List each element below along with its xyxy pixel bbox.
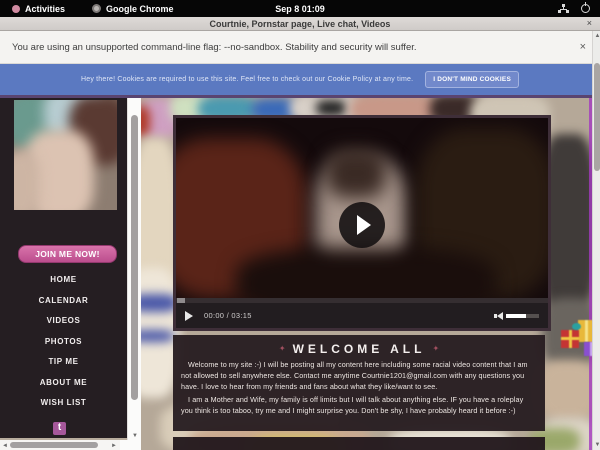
page-content: 00:00 / 03:15 ✦ WELCOME ALL ✦ Welcome to… bbox=[0, 95, 600, 450]
welcome-paragraph-2: I am a Mother and Wife, my family is off… bbox=[181, 394, 537, 416]
infobar-close-icon[interactable]: × bbox=[580, 41, 586, 53]
sidebar: JOIN ME NOW! HOME CALENDAR VIDEOS PHOTOS… bbox=[0, 98, 127, 438]
scroll-down-icon[interactable]: ▼ bbox=[132, 433, 138, 439]
gift-bow-icon bbox=[572, 323, 581, 330]
volume-level[interactable] bbox=[506, 314, 526, 318]
scroll-right-icon[interactable]: ► bbox=[111, 443, 117, 449]
play-button[interactable] bbox=[339, 202, 385, 248]
join-me-now-button[interactable]: JOIN ME NOW! bbox=[18, 245, 117, 263]
ornament-icon: ✦ bbox=[279, 344, 286, 353]
scroll-down-icon[interactable]: ▼ bbox=[595, 442, 600, 448]
clock[interactable]: Sep 8 01:09 bbox=[0, 4, 600, 14]
scrollbar-thumb[interactable] bbox=[131, 115, 138, 400]
scrollbar-thumb[interactable] bbox=[594, 63, 600, 171]
profile-photo bbox=[14, 100, 117, 210]
cookie-bar: Hey there! Cookies are required to use t… bbox=[0, 64, 600, 95]
sidebar-item-videos[interactable]: VIDEOS bbox=[0, 311, 127, 332]
scrollbar-corner bbox=[120, 440, 141, 450]
welcome-paragraph-1: Welcome to my site :-) I will be posting… bbox=[181, 359, 537, 392]
sidebar-item-about-me[interactable]: ABOUT ME bbox=[0, 373, 127, 394]
window-title-bar: Courtnie, Pornstar page, Live chat, Vide… bbox=[0, 17, 600, 31]
welcome-title: WELCOME ALL bbox=[293, 342, 426, 356]
scroll-up-icon[interactable]: ▲ bbox=[595, 33, 600, 39]
scroll-left-icon[interactable]: ◄ bbox=[2, 443, 8, 449]
sidebar-item-wish-list[interactable]: WISH LIST bbox=[0, 393, 127, 414]
gift-icon bbox=[561, 330, 579, 348]
sidebar-menu: HOME CALENDAR VIDEOS PHOTOS TIP ME ABOUT… bbox=[0, 270, 127, 414]
volume-icon[interactable] bbox=[497, 312, 503, 320]
welcome-section: ✦ WELCOME ALL ✦ Welcome to my site :-) I… bbox=[173, 335, 545, 431]
page-vertical-scrollbar[interactable]: ▲ ▼ bbox=[592, 31, 600, 450]
play-icon[interactable] bbox=[185, 311, 193, 321]
sidebar-item-home[interactable]: HOME bbox=[0, 270, 127, 291]
tumblr-icon[interactable]: t bbox=[53, 422, 66, 435]
chrome-infobar: You are using an unsupported command-lin… bbox=[0, 31, 600, 64]
sidebar-item-tip-me[interactable]: TIP ME bbox=[0, 352, 127, 373]
system-top-bar: Activities Google Chrome Sep 8 01:09 bbox=[0, 0, 600, 17]
infobar-message: You are using an unsupported command-lin… bbox=[12, 42, 417, 53]
sidebar-horizontal-scrollbar[interactable]: ◄ ► bbox=[0, 440, 120, 450]
power-icon[interactable] bbox=[581, 4, 590, 13]
window-title: Courtnie, Pornstar page, Live chat, Vide… bbox=[210, 19, 391, 29]
sidebar-item-photos[interactable]: PHOTOS bbox=[0, 332, 127, 353]
video-player: 00:00 / 03:15 bbox=[173, 115, 551, 331]
next-section-box bbox=[173, 437, 545, 450]
window-close-icon[interactable]: × bbox=[587, 18, 592, 28]
cookie-message: Hey there! Cookies are required to use t… bbox=[81, 76, 413, 83]
scrollbar-thumb[interactable] bbox=[10, 442, 98, 448]
cookie-accept-button[interactable]: I DON'T MIND COOKIES bbox=[425, 71, 519, 88]
video-time: 00:00 / 03:15 bbox=[204, 311, 252, 320]
ornament-icon: ✦ bbox=[432, 344, 439, 353]
video-controls: 00:00 / 03:15 bbox=[176, 303, 548, 328]
volume-track[interactable] bbox=[526, 314, 539, 318]
sidebar-item-calendar[interactable]: CALENDAR bbox=[0, 291, 127, 312]
screen: Activities Google Chrome Sep 8 01:09 Cou… bbox=[0, 0, 600, 450]
network-icon[interactable] bbox=[558, 4, 569, 13]
sidebar-vertical-scrollbar[interactable]: ▼ bbox=[127, 98, 141, 443]
